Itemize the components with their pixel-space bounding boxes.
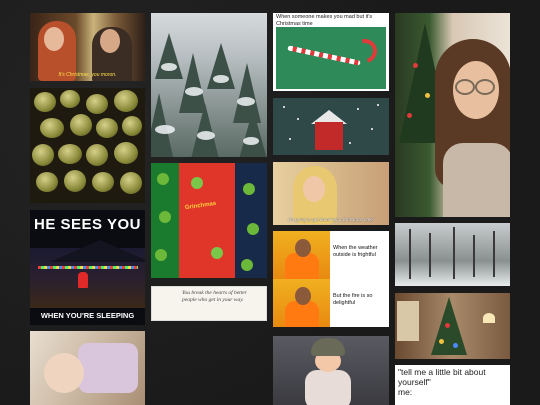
tile-drake-meme-bottom[interactable]: But the fire is so delightful [273, 279, 389, 327]
tile-he-sees-you-meme[interactable]: HE SEES YOU WHEN YOU'RE SLEEPING [30, 210, 145, 325]
drake-caption-top: When the weather outside is frightful [333, 245, 378, 258]
tile-christmas-movie[interactable]: It's Christmas, you moron. [30, 13, 145, 81]
meme-bottom-text: WHEN YOU'RE SLEEPING [40, 311, 135, 320]
tile-snoopy-doghouse[interactable] [273, 98, 389, 155]
meme-text: "tell me a little bit about yourself" me… [398, 367, 486, 397]
tile-brussels-sprouts[interactable] [30, 88, 145, 203]
tile-snowy-trees[interactable] [151, 13, 267, 157]
tile-caption: It's Christmas, you moron. [58, 72, 117, 78]
drake-caption-bottom: But the fire is so delightful [333, 293, 373, 306]
tile-tell-me-meme[interactable]: "tell me a little bit about yourself" me… [395, 365, 510, 405]
tile-poem-card[interactable]: You break the hearts of better people wh… [151, 286, 267, 321]
tile-woman-glasses[interactable] [395, 13, 510, 217]
meme-caption: When someone makes you mad but it's Chri… [276, 14, 373, 27]
tile-snowy-forest[interactable] [395, 223, 510, 286]
tile-drake-meme-top[interactable]: When the weather outside is frightful [273, 231, 389, 279]
meme-top-text: HE SEES YOU [34, 216, 141, 233]
tile-blonde-woman-gif[interactable]: I'm going to get drunk for a Christmas t… [273, 162, 389, 225]
gif-caption: I'm going to get drunk for a Christmas t… [288, 217, 374, 222]
poem-text: You break the hearts of better people wh… [182, 290, 247, 303]
tile-grinch-pajamas[interactable]: Grinchmas [151, 163, 267, 278]
tile-baby-photo[interactable] [30, 331, 145, 405]
tile-candy-cane-meme[interactable]: When someone makes you mad but it's Chri… [273, 13, 389, 91]
tile-swaddled-baby[interactable] [273, 336, 389, 405]
tile-living-room-tree[interactable] [395, 293, 510, 359]
